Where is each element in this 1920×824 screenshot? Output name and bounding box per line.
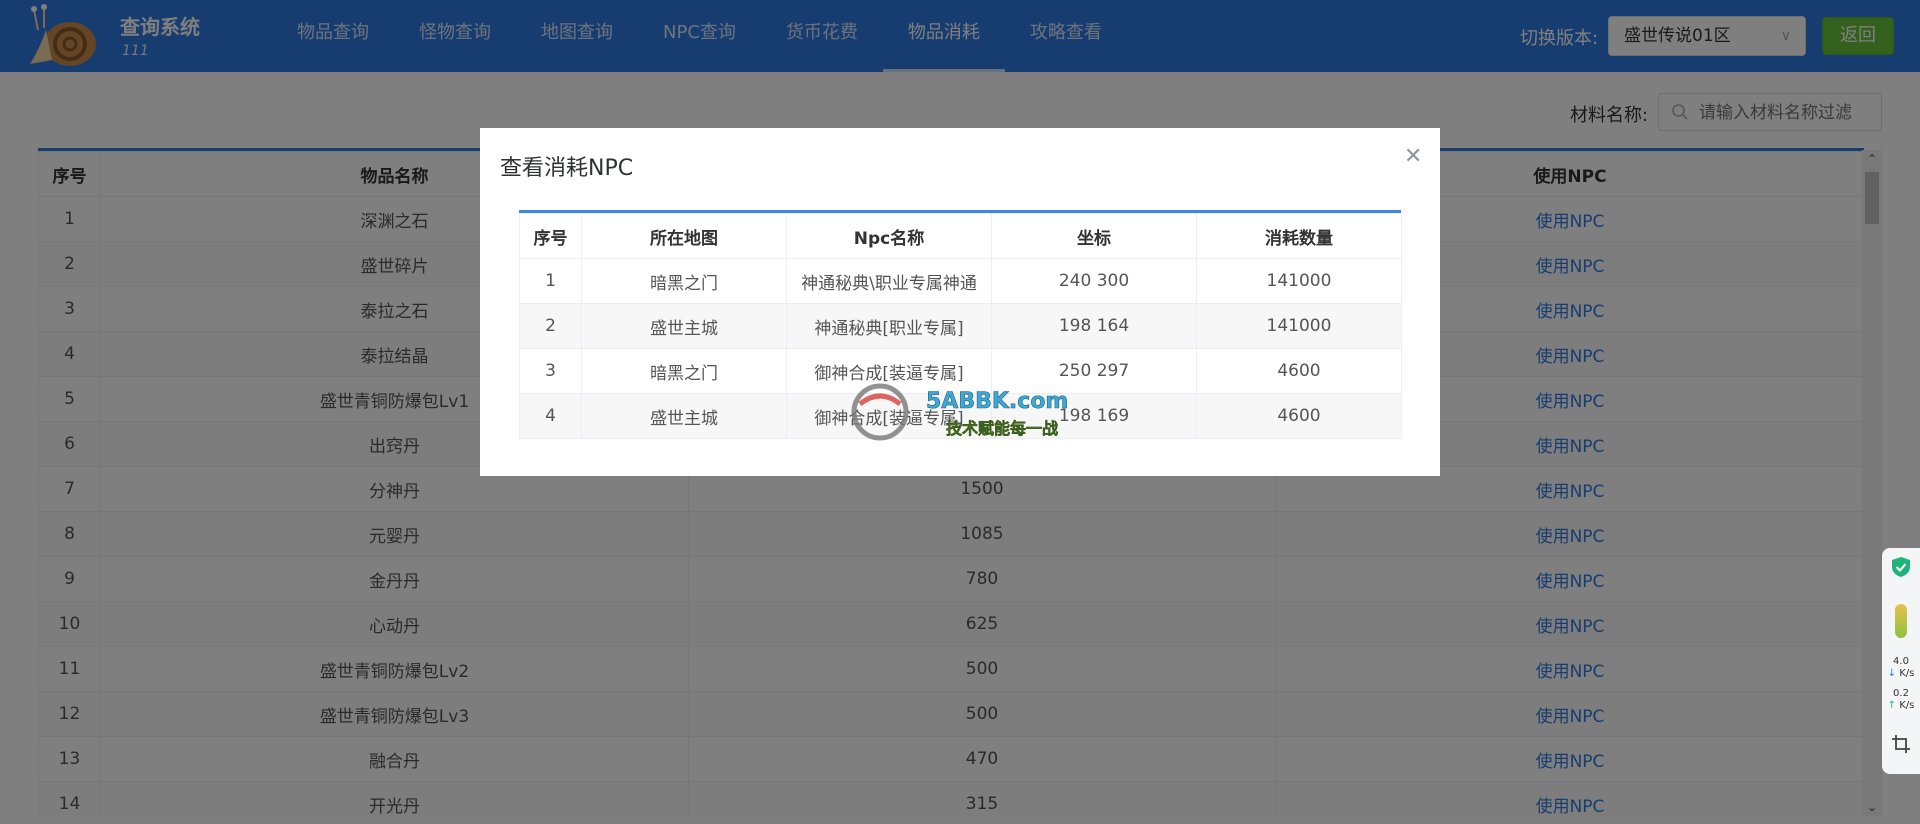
usage-bar [1895, 604, 1907, 638]
npc-row-coord: 240 300 [991, 258, 1197, 304]
download-unit-text: K/s [1899, 668, 1915, 679]
npc-row-qty: 141000 [1196, 303, 1402, 349]
npc-table-header-row: 序号 所在地图 Npc名称 坐标 消耗数量 [519, 213, 1402, 259]
npc-row-map: 盛世主城 [581, 303, 787, 349]
npc-row-no: 4 [519, 393, 582, 439]
download-unit: ↓ K/s [1882, 668, 1920, 680]
npc-row-qty: 4600 [1196, 348, 1402, 394]
npc-row-qty: 4600 [1196, 393, 1402, 439]
upload-unit: ↑ K/s [1882, 700, 1920, 712]
table-row: 1 暗黑之门 神通秘典\职业专属神通 240 300 141000 [519, 258, 1402, 304]
npc-row-no: 1 [519, 258, 582, 304]
download-speed: 4.0 [1893, 656, 1909, 667]
npc-row-map: 盛世主城 [581, 393, 787, 439]
close-icon[interactable]: ✕ [1404, 144, 1422, 169]
crop-icon[interactable] [1891, 734, 1911, 754]
npc-row-map: 暗黑之门 [581, 348, 787, 394]
npc-column-header-coord: 坐标 [991, 213, 1197, 259]
upload-arrow-icon: ↑ [1887, 700, 1897, 711]
npc-row-map: 暗黑之门 [581, 258, 787, 304]
dialog-title: 查看消耗NPC [500, 156, 634, 181]
npc-row-no: 3 [519, 348, 582, 394]
watermark-slogan-text: 技术赋能每一战 [946, 419, 1058, 438]
site-watermark-logo: 5ABBK.com 技术赋能每一战 [851, 383, 1069, 441]
npc-column-header-no: 序号 [519, 213, 582, 259]
npc-column-header-name: Npc名称 [786, 213, 992, 259]
npc-row-coord: 198 164 [991, 303, 1197, 349]
npc-column-header-map: 所在地图 [581, 213, 787, 259]
upload-speed: 0.2 [1893, 688, 1909, 699]
npc-row-qty: 141000 [1196, 258, 1402, 304]
table-row: 2 盛世主城 神通秘典[职业专属] 198 164 141000 [519, 303, 1402, 349]
download-arrow-icon: ↓ [1887, 668, 1897, 679]
upload-unit-text: K/s [1899, 700, 1915, 711]
npc-row-name: 神通秘典\职业专属神通 [786, 258, 992, 304]
shield-check-icon[interactable] [1890, 556, 1912, 578]
npc-row-no: 2 [519, 303, 582, 349]
npc-row-name: 神通秘典[职业专属] [786, 303, 992, 349]
watermark-site-text: 5ABBK.com [926, 389, 1068, 414]
npc-column-header-qty: 消耗数量 [1196, 213, 1402, 259]
network-monitor-widget: 4.0 ↓ K/s 0.2 ↑ K/s [1882, 548, 1920, 774]
